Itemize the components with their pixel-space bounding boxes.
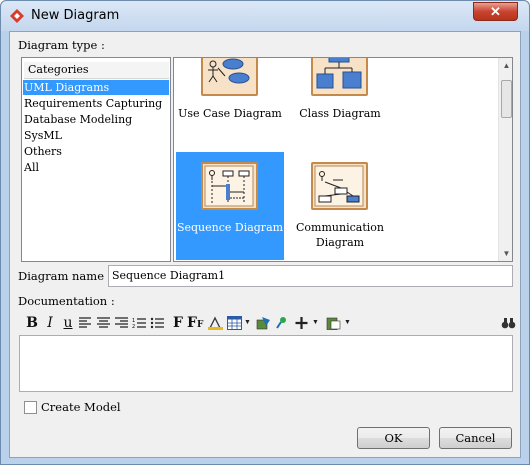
create-model-checkbox[interactable] — [24, 401, 37, 414]
sequence-diagram-icon — [204, 165, 254, 207]
font-button[interactable]: F — [170, 314, 186, 332]
communication-diagram-icon — [314, 165, 364, 207]
categories-list[interactable]: Categories UML Diagrams Requirements Cap… — [21, 57, 171, 262]
category-requirements-capturing[interactable]: Requirements Capturing — [23, 96, 169, 111]
add-dropdown-icon[interactable]: ▼ — [312, 314, 319, 332]
tile-label: Use Case Diagram — [178, 107, 282, 120]
paste-icon[interactable] — [326, 316, 341, 330]
italic-button[interactable]: I — [42, 314, 58, 332]
use-case-diagram-icon — [208, 58, 250, 84]
diagram-type-label: Diagram type : — [18, 38, 105, 52]
tile-sequence-diagram[interactable]: Sequence Diagram — [176, 152, 284, 260]
title-bar[interactable]: New Diagram ✕ — [1, 1, 529, 31]
diagram-name-input[interactable]: Sequence Diagram1 — [108, 265, 513, 287]
window-title: New Diagram — [31, 8, 120, 23]
category-others[interactable]: Others — [23, 144, 169, 159]
add-icon[interactable] — [294, 316, 309, 330]
insert-link-icon[interactable] — [274, 316, 289, 330]
communication-diagram-thumbnail — [311, 162, 368, 210]
close-button[interactable]: ✕ — [473, 2, 518, 21]
bullet-list-icon[interactable] — [150, 316, 165, 330]
category-uml-diagrams[interactable]: UML Diagrams — [23, 80, 169, 95]
sequence-diagram-thumbnail — [201, 162, 258, 210]
text-color-icon[interactable] — [208, 316, 223, 330]
tile-communication-diagram[interactable]: Communication Diagram — [286, 152, 394, 260]
align-center-icon[interactable] — [96, 316, 111, 330]
numbered-list-icon[interactable]: 1 2 — [132, 316, 147, 330]
underline-button[interactable]: u — [60, 314, 76, 332]
ok-button[interactable]: OK — [357, 427, 430, 449]
tile-use-case-diagram[interactable]: Use Case Diagram — [176, 58, 284, 146]
scroll-up-icon[interactable]: ▲ — [499, 58, 512, 73]
table-icon[interactable] — [227, 316, 242, 330]
class-diagram-icon — [316, 58, 362, 89]
font-size-glyph: F — [187, 315, 197, 331]
new-diagram-window: New Diagram ✕ Diagram type : Categories … — [0, 0, 530, 465]
paste-dropdown-icon[interactable]: ▼ — [344, 314, 351, 332]
documentation-label: Documentation : — [18, 294, 115, 308]
cancel-button[interactable]: Cancel — [439, 427, 512, 449]
tile-class-diagram[interactable]: Class Diagram — [286, 58, 394, 146]
dialog-body: Diagram type : Categories UML Diagrams R… — [9, 31, 521, 458]
documentation-editor[interactable] — [19, 335, 513, 392]
category-sysml[interactable]: SysML — [23, 128, 169, 143]
class-diagram-thumbnail — [311, 58, 368, 96]
tile-label: Sequence Diagram — [176, 221, 284, 234]
font-size-button[interactable]: FF — [187, 314, 203, 332]
scroll-down-icon[interactable]: ▼ — [499, 246, 512, 261]
svg-text:2: 2 — [132, 324, 135, 330]
tile-label: Communication Diagram — [296, 221, 384, 249]
tile-label: Class Diagram — [299, 107, 381, 120]
align-right-icon[interactable] — [114, 316, 129, 330]
font-size-sub-glyph: F — [196, 320, 204, 330]
bold-button[interactable]: B — [24, 314, 40, 332]
category-all[interactable]: All — [23, 160, 169, 175]
category-database-modeling[interactable]: Database Modeling — [23, 112, 169, 127]
app-logo-icon — [10, 9, 24, 23]
table-dropdown-icon[interactable]: ▼ — [244, 314, 251, 332]
align-left-icon[interactable] — [78, 316, 93, 330]
find-binoculars-icon[interactable] — [501, 316, 516, 330]
diagram-gallery[interactable]: Use Case Diagram Class Diagram Sequence … — [173, 57, 513, 262]
gallery-scrollbar[interactable]: ▲ ▼ — [498, 58, 512, 261]
diagram-name-label: Diagram name : — [18, 269, 112, 283]
insert-image-icon[interactable] — [256, 316, 271, 330]
create-model-label[interactable]: Create Model — [41, 400, 121, 414]
use-case-diagram-thumbnail — [201, 58, 258, 96]
categories-header: Categories — [24, 62, 169, 79]
scroll-thumb[interactable] — [501, 80, 512, 118]
